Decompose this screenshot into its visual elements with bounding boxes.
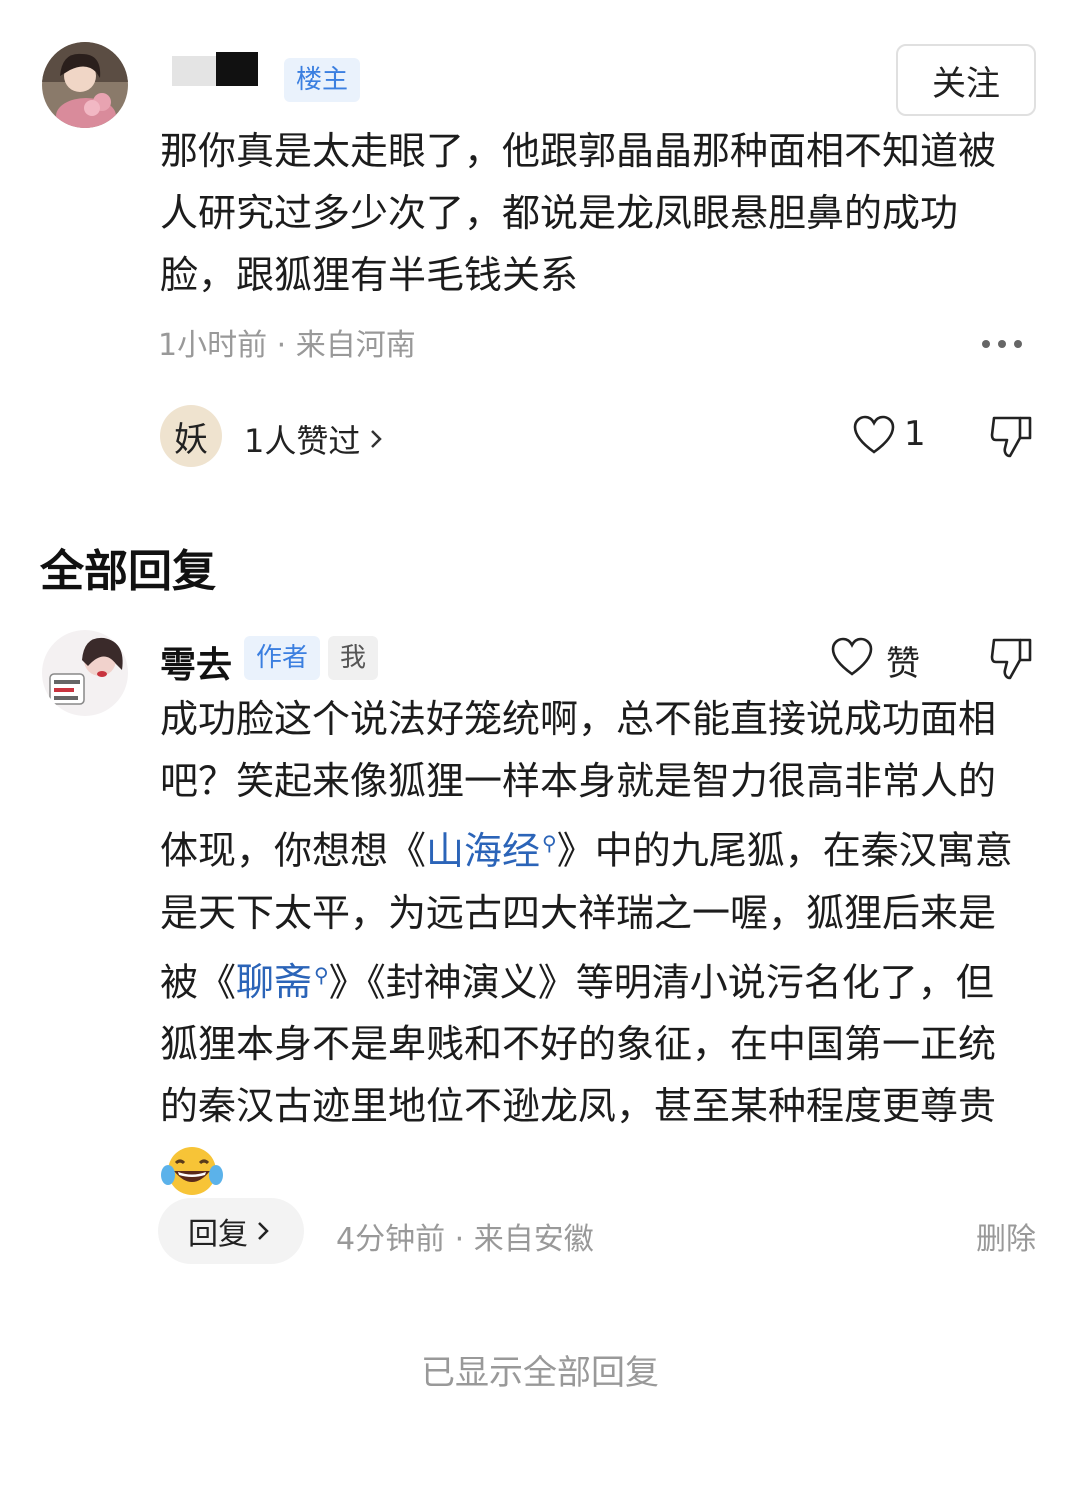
reply-avatar[interactable] — [42, 630, 128, 716]
heart-outline-icon[interactable] — [852, 414, 896, 458]
reply-comment-text: 成功脸这个说法好笼统啊，总不能直接说成功面相吧？笑起来像狐狸一样本身就是智力很高… — [160, 688, 1020, 1199]
like-label[interactable]: 赞 — [886, 636, 920, 685]
me-badge: 我 — [328, 636, 379, 680]
keyword-link-shanhaijing[interactable]: 山海经 ⚲ — [426, 829, 557, 873]
search-mini-icon: ⚲ — [542, 831, 557, 855]
link-text: 山海经 — [426, 828, 541, 873]
thumbs-down-icon[interactable] — [990, 412, 1034, 460]
chevron-right-icon — [371, 430, 383, 448]
section-title: 全部回复 — [40, 546, 216, 597]
reply-button-label: 回复 — [188, 1217, 248, 1252]
op-comment-text: 那你真是太走眼了，他跟郭晶晶那种面相不知道被人研究过多少次了，都说是龙凤眼悬胆鼻… — [160, 129, 997, 297]
chevron-right-icon — [258, 1222, 269, 1240]
likers-link[interactable]: 1人赞过 — [244, 416, 388, 462]
reply-button[interactable]: 回复 — [158, 1198, 304, 1264]
op-avatar[interactable] — [42, 42, 128, 128]
laughing-tears-emoji — [160, 1145, 224, 1197]
thumbs-down-icon[interactable] — [990, 634, 1034, 682]
reply-meta: 4分钟前 · 来自安徽 — [336, 1222, 594, 1257]
search-mini-icon: ⚲ — [314, 962, 329, 987]
reply-username[interactable]: 雩去 — [160, 636, 232, 688]
like-count: 1 — [904, 414, 926, 454]
op-comment-meta: 1小时前 · 来自河南 — [158, 328, 416, 363]
likers-text: 1人赞过 — [244, 422, 361, 460]
keyword-link-liaozhai[interactable]: 聊斋 ⚲ — [236, 960, 329, 1004]
more-dots-icon[interactable] — [978, 330, 1026, 358]
op-badge: 楼主 — [284, 58, 361, 102]
follow-button[interactable]: 关注 — [896, 44, 1036, 116]
delete-button[interactable]: 删除 — [976, 1214, 1036, 1258]
username-redacted — [160, 46, 260, 86]
heart-outline-icon[interactable] — [830, 636, 874, 680]
liker-avatar[interactable]: 妖 — [160, 405, 222, 467]
link-text: 聊斋 — [236, 960, 313, 1005]
all-replies-shown: 已显示全部回复 — [421, 1353, 659, 1393]
author-badge: 作者 — [244, 636, 321, 680]
